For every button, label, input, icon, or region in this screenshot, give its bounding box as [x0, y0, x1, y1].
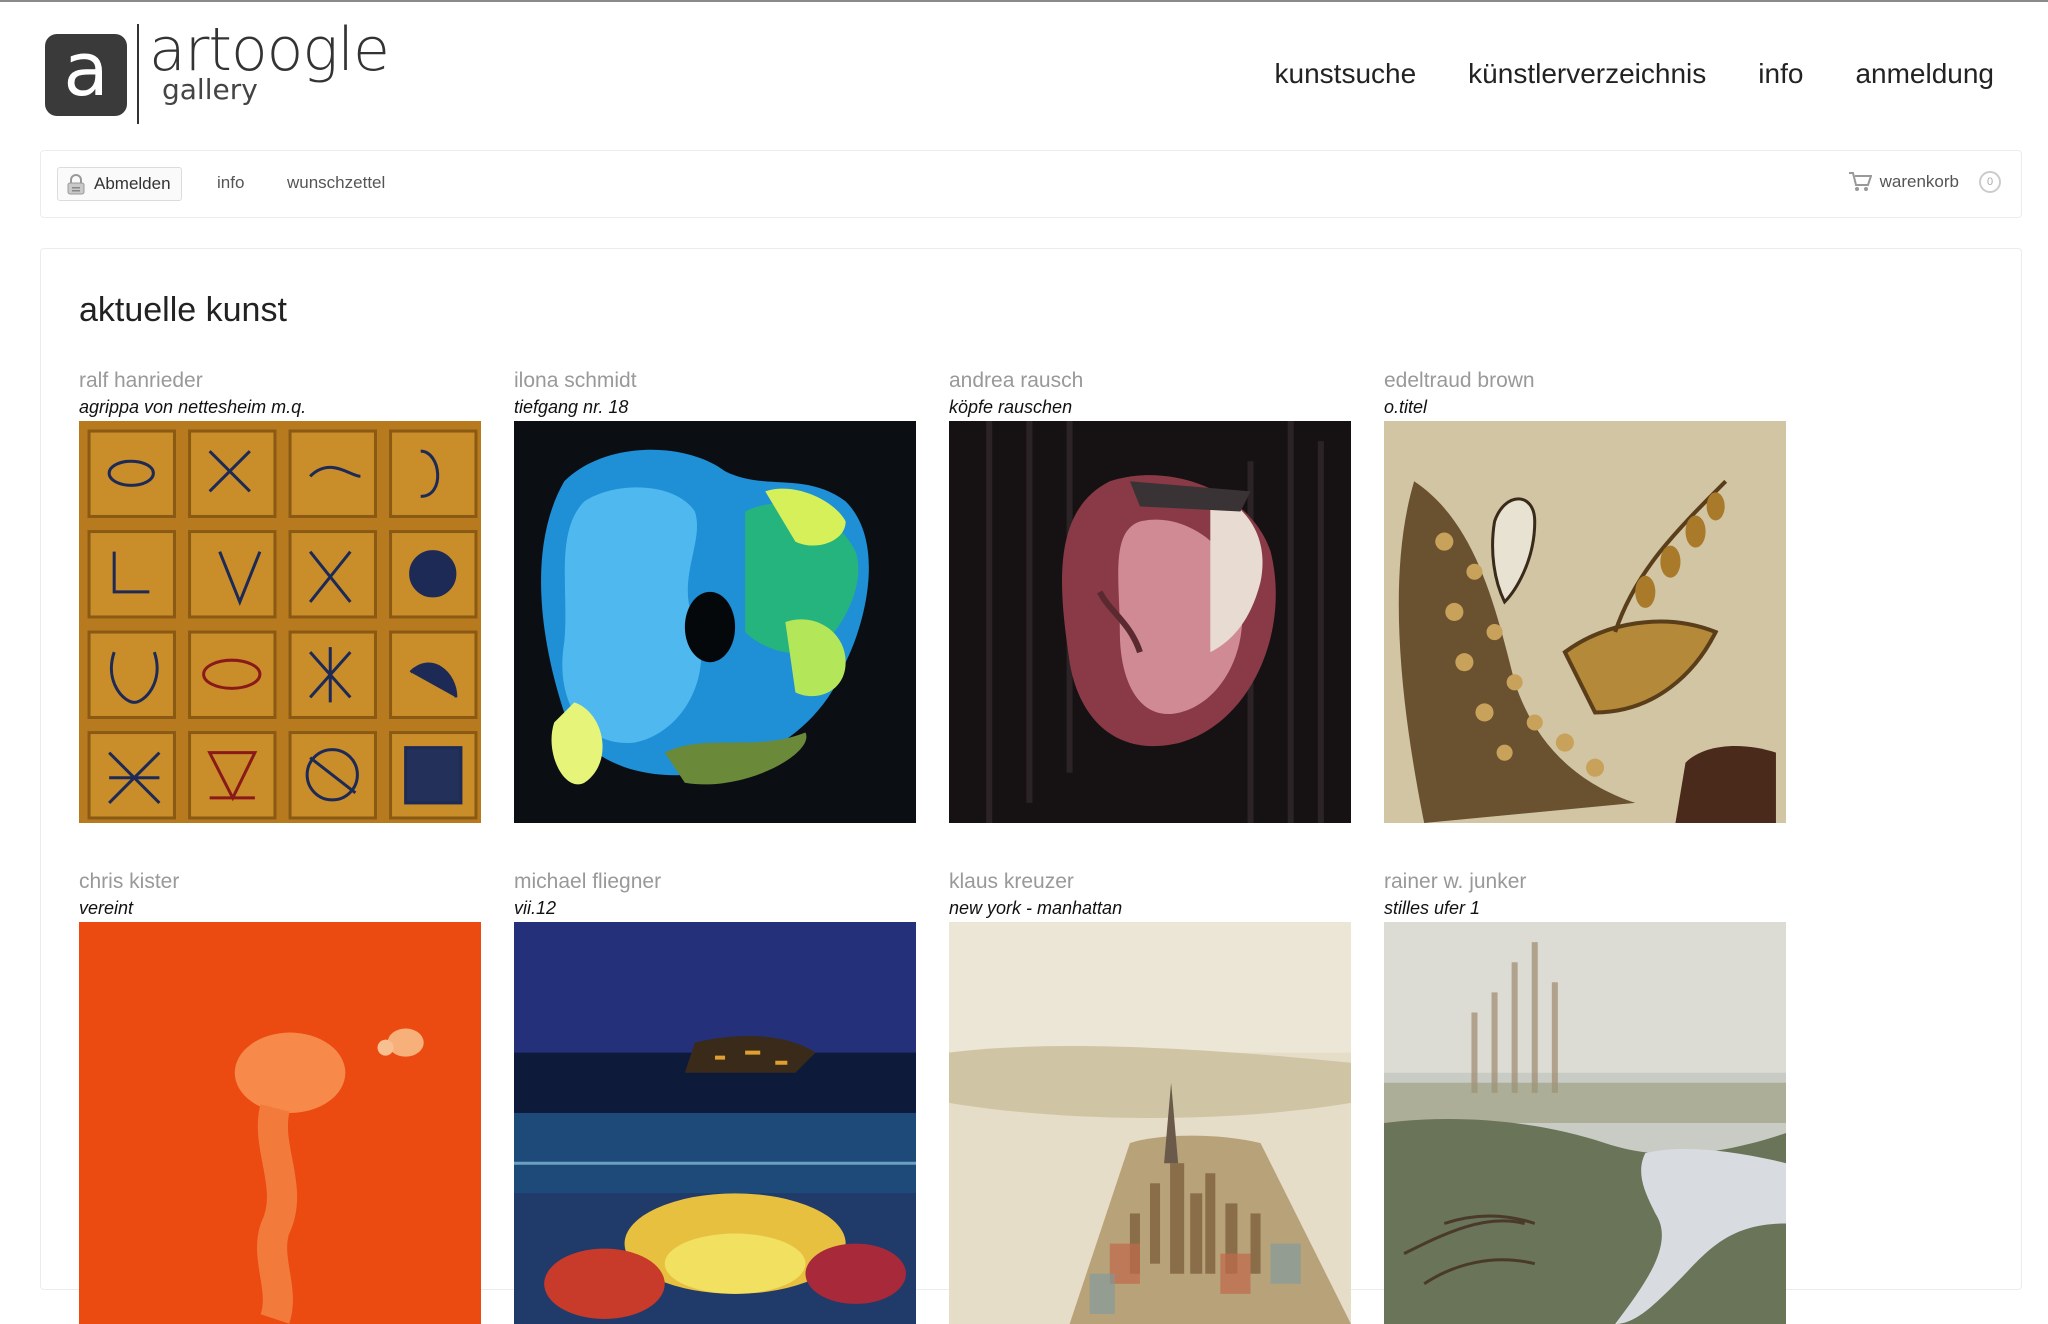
nav-info[interactable]: info: [1758, 56, 1803, 92]
artwork-title[interactable]: köpfe rauschen: [949, 395, 1351, 419]
artwork-card[interactable]: rainer w. junker stilles ufer 1: [1384, 868, 1786, 1324]
lock-icon: [67, 174, 85, 195]
section-title: aktuelle kunst: [79, 291, 287, 329]
artwork-title[interactable]: stilles ufer 1: [1384, 896, 1786, 920]
logo-subtitle: gallery: [162, 73, 258, 106]
artwork-image[interactable]: [949, 922, 1351, 1324]
logo-mark-icon: a: [45, 33, 127, 116]
top-border: [0, 0, 2048, 2]
artwork-title[interactable]: vereint: [79, 896, 481, 920]
logout-button[interactable]: Abmelden: [57, 167, 182, 201]
toolbar-info-link[interactable]: info: [217, 173, 244, 193]
cart-count-badge: 0: [1979, 171, 2001, 193]
artwork-image[interactable]: [1384, 421, 1786, 823]
nav-anmeldung[interactable]: anmeldung: [1855, 56, 1994, 92]
artwork-image[interactable]: [1384, 922, 1786, 1324]
artwork-card[interactable]: michael fliegner vii.12: [514, 868, 916, 1324]
logo-divider: [137, 24, 139, 124]
cart-label: warenkorb: [1879, 172, 1959, 191]
cart-icon: [1848, 172, 1872, 191]
artwork-card[interactable]: ralf hanrieder agrippa von nettesheim m.…: [79, 367, 481, 823]
artwork-card[interactable]: chris kister vereint: [79, 868, 481, 1324]
artist-name[interactable]: edeltraud brown: [1384, 367, 1786, 395]
artwork-card[interactable]: ilona schmidt tiefgang nr. 18: [514, 367, 916, 823]
artwork-image[interactable]: [79, 922, 481, 1324]
nav-kuenstlerverzeichnis[interactable]: künstlerverzeichnis: [1468, 56, 1706, 92]
main-nav: kunstsuche künstlerverzeichnis info anme…: [1275, 56, 1994, 92]
artist-name[interactable]: chris kister: [79, 868, 481, 896]
artist-name[interactable]: ralf hanrieder: [79, 367, 481, 395]
artwork-title[interactable]: o.titel: [1384, 395, 1786, 419]
artist-name[interactable]: rainer w. junker: [1384, 868, 1786, 896]
cart-link[interactable]: warenkorb 0: [1848, 171, 2001, 193]
artwork-card[interactable]: edeltraud brown o.titel: [1384, 367, 1786, 823]
artwork-card[interactable]: andrea rausch köpfe rauschen: [949, 367, 1351, 823]
artist-name[interactable]: ilona schmidt: [514, 367, 916, 395]
user-toolbar: Abmelden info wunschzettel warenkorb 0: [40, 150, 2022, 218]
artwork-title[interactable]: vii.12: [514, 896, 916, 920]
wishlist-link[interactable]: wunschzettel: [287, 173, 385, 193]
artwork-title[interactable]: agrippa von nettesheim m.q.: [79, 395, 481, 419]
artwork-title[interactable]: tiefgang nr. 18: [514, 395, 916, 419]
main-content: aktuelle kunst ralf hanrieder agrippa vo…: [40, 248, 2022, 1324]
artist-name[interactable]: andrea rausch: [949, 367, 1351, 395]
artist-name[interactable]: michael fliegner: [514, 868, 916, 896]
logout-label: Abmelden: [94, 174, 171, 193]
artwork-title[interactable]: new york - manhattan: [949, 896, 1351, 920]
artist-name[interactable]: klaus kreuzer: [949, 868, 1351, 896]
nav-kunstsuche[interactable]: kunstsuche: [1275, 56, 1417, 92]
artwork-grid: ralf hanrieder agrippa von nettesheim m.…: [79, 367, 1786, 1324]
artwork-image[interactable]: [514, 922, 916, 1324]
artwork-card[interactable]: klaus kreuzer new york - manhattan: [949, 868, 1351, 1324]
artwork-image[interactable]: [949, 421, 1351, 823]
logo-name: artoogle: [149, 15, 390, 85]
artwork-image[interactable]: [79, 421, 481, 823]
artwork-image[interactable]: [514, 421, 916, 823]
